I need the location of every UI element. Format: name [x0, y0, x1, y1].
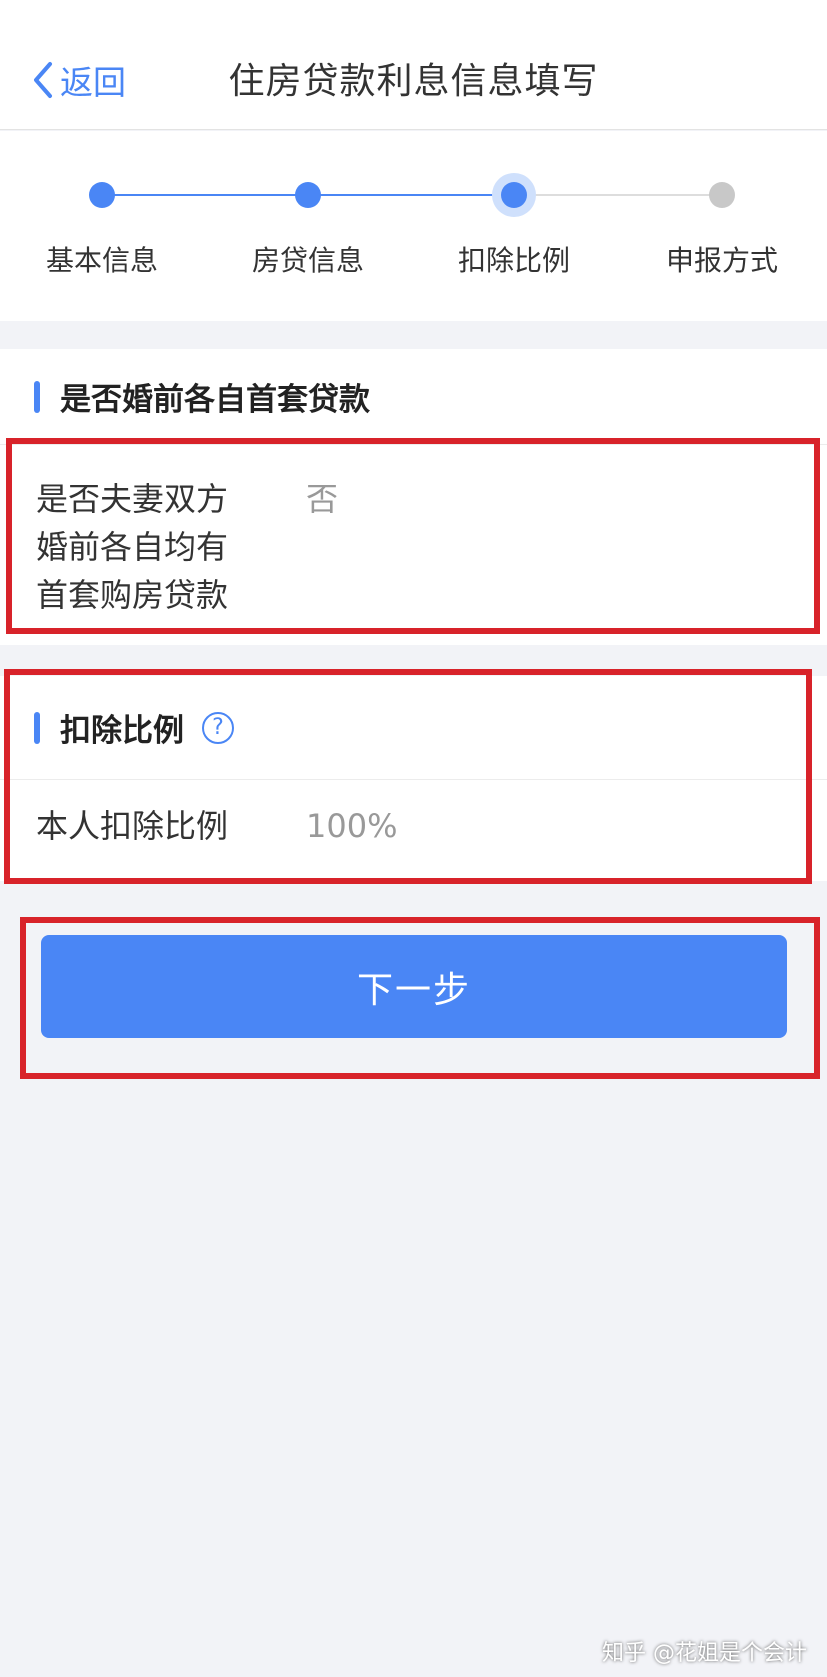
progress-stepper: 基本信息 房贷信息 扣除比例 申报方式: [0, 131, 827, 321]
premarital-loan-field[interactable]: 是否夫妻双方 婚前各自均有 首套购房贷款 否: [0, 445, 827, 619]
section-header: 扣除比例 ?: [0, 676, 827, 780]
section-accent-bar: [34, 711, 40, 744]
premarital-loan-label: 是否夫妻双方 婚前各自均有 首套购房贷款: [36, 480, 229, 614]
step-connector-3: [514, 194, 722, 196]
step-dot-mortgage-info: [295, 182, 321, 208]
step-dot-filing-method: [709, 182, 735, 208]
deduction-ratio-value: 100%: [306, 807, 398, 845]
page-title: 住房贷款利息信息填写: [228, 61, 599, 102]
step-dot-basic-info: [89, 182, 115, 208]
premarital-loan-value: 否: [306, 480, 339, 518]
premarital-loan-section: 是否婚前各自首套贷款 是否夫妻双方 婚前各自均有 首套购房贷款 否: [0, 349, 827, 645]
deduction-ratio-section: 扣除比例 ? 本人扣除比例 100%: [0, 676, 827, 881]
step-connector-1: [102, 194, 308, 196]
step-connector-2: [308, 194, 514, 196]
deduction-ratio-label: 本人扣除比例: [36, 807, 229, 845]
help-icon[interactable]: ?: [202, 711, 234, 744]
section-header: 是否婚前各自首套贷款: [0, 349, 827, 445]
next-step-button[interactable]: 下一步: [41, 935, 787, 1038]
step-label-deduction-ratio: 扣除比例: [457, 244, 570, 277]
watermark: 知乎 @花姐是个会计: [602, 1641, 807, 1666]
deduction-ratio-field[interactable]: 本人扣除比例 100%: [0, 780, 827, 850]
step-label-mortgage-info: 房贷信息: [251, 244, 364, 277]
step-label-basic-info: 基本信息: [45, 244, 158, 277]
step-label-filing-method: 申报方式: [665, 244, 778, 277]
step-dot-deduction-ratio: [492, 173, 536, 217]
section-title: 扣除比例: [60, 713, 184, 749]
top-nav-bar: 返回 住房贷款利息信息填写: [0, 0, 827, 130]
section-title: 是否婚前各自首套贷款: [60, 382, 370, 418]
section-accent-bar: [34, 380, 40, 413]
